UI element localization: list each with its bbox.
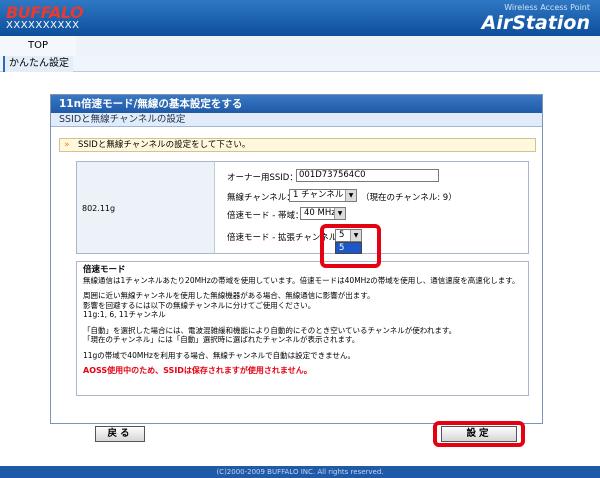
description-line: 無線通信は1チャンネルあたり20MHzの帯域を使用しています。倍速モードは40M…: [83, 275, 520, 285]
info-text: SSIDと無線チャンネルの設定をして下さい。: [78, 140, 251, 150]
current-channel-note: （現在のチャンネル: 9）: [361, 191, 457, 203]
bandwidth-select[interactable]: 40 MHz ▼: [300, 207, 346, 220]
description-line: 「自動」を選択した場合には、電波混雑緩和機能により自動的にそのとき空いているチャ…: [83, 325, 457, 335]
footer: (C)2000-2009 BUFFALO INC. All rights res…: [0, 466, 600, 478]
description-line: 周囲に近い無線チャンネルを使用した無線機器がある場合、無線通信に影響が出ます。: [83, 291, 375, 300]
sub-nav: かんたん設定: [0, 56, 600, 72]
back-button[interactable]: 戻る: [95, 426, 145, 442]
product-caption: Wireless Access Point: [504, 3, 590, 12]
description-heading: 倍速モード: [83, 265, 126, 275]
panel-subtitle: SSIDと無線チャンネルの設定: [51, 113, 542, 127]
current-channel-text: （現在のチャンネル: 9）: [361, 193, 457, 203]
channel-row: 無線チャンネル：: [227, 191, 295, 203]
bandwidth-select-value: 40 MHz: [304, 208, 336, 218]
ssid-input[interactable]: 001D737564C0: [296, 169, 439, 182]
panel-title: 11n倍速モード/無線の基本設定をする: [51, 95, 542, 113]
double-chevron-icon: »: [64, 140, 70, 150]
chevron-down-icon: ▼: [334, 208, 345, 219]
settings-panel: 11n倍速モード/無線の基本設定をする SSIDと無線チャンネルの設定 » SS…: [50, 94, 543, 424]
highlight-ext-channel: [320, 224, 381, 268]
band-cell: 802.11g: [77, 162, 215, 253]
description-line: 「現在のチャンネル」には「自動」選択時に選ばれたチャンネルが表示されます。: [83, 335, 360, 344]
description-line: 11gの帯域で40MHzを利用する場合、無線チャンネルで自動は設定できません。: [83, 350, 355, 360]
channel-select[interactable]: 1 チャンネル ▼: [289, 189, 357, 202]
aoss-warning: AOSS使用中のため、SSIDは保存されますが使用されません。: [83, 366, 312, 375]
product-logo: AirStation: [481, 12, 590, 34]
model-name: XXXXXXXXXX: [6, 20, 80, 31]
tab-top[interactable]: TOP: [0, 36, 76, 56]
tab-easy-setup[interactable]: かんたん設定: [3, 56, 73, 72]
settings-table: 802.11g オーナー用SSID： 001D737564C0 無線チャンネル：…: [76, 161, 529, 254]
bandwidth-row: 倍速モード - 帯域：: [227, 209, 303, 221]
ssid-label: オーナー用SSID：: [227, 173, 298, 183]
channel-select-value: 1 チャンネル: [293, 190, 344, 200]
band-label: 802.11g: [82, 204, 116, 213]
bandwidth-label: 倍速モード - 帯域：: [227, 211, 304, 221]
description-line: 影響を回避するには以下の無線チャンネルに分けてご使用ください。: [83, 300, 316, 310]
description-line: 11g:1, 6, 11チャンネル: [83, 310, 166, 319]
app-header: BUFFALO XXXXXXXXXX Wireless Access Point…: [0, 0, 600, 36]
channel-label: 無線チャンネル：: [227, 193, 295, 203]
info-bar: » SSIDと無線チャンネルの設定をして下さい。: [59, 138, 536, 152]
top-nav: TOP: [0, 36, 600, 56]
submit-button[interactable]: 設定: [441, 426, 517, 442]
ssid-row: オーナー用SSID：: [227, 171, 298, 183]
description-box: 倍速モード 無線通信は1チャンネルあたり20MHzの帯域を使用しています。倍速モ…: [76, 261, 529, 396]
chevron-down-icon: ▼: [345, 190, 356, 201]
